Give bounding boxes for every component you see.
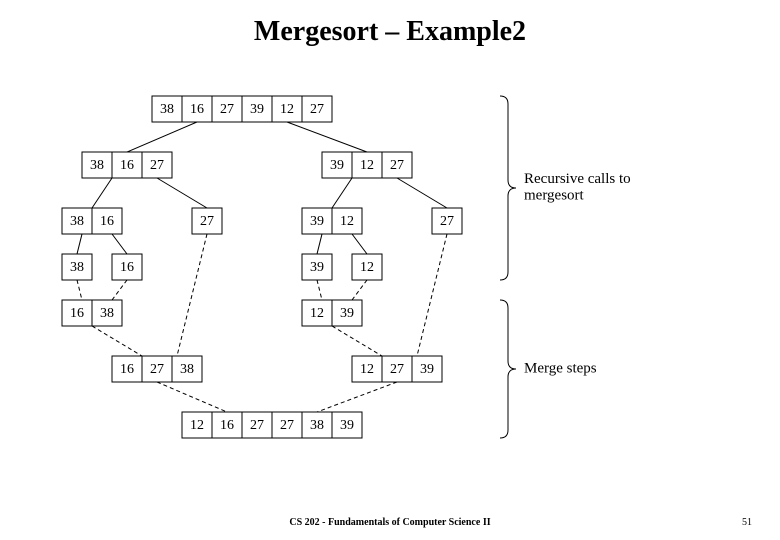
- connector-line: [157, 382, 227, 412]
- array-cell-value: 16: [120, 260, 134, 275]
- connector-line: [92, 326, 142, 356]
- array-cell-value: 38: [180, 362, 194, 377]
- brace-label: Merge steps: [524, 360, 597, 376]
- array-cell-value: 38: [90, 158, 104, 173]
- array-cell-value: 38: [70, 214, 84, 229]
- array-cell-value: 12: [340, 214, 354, 229]
- array-cell-value: 27: [310, 102, 324, 117]
- connector-line: [352, 280, 367, 300]
- array-cell-value: 38: [70, 260, 84, 275]
- array-cell-value: 12: [310, 306, 324, 321]
- footer-course: CS 202 - Fundamentals of Computer Scienc…: [0, 517, 780, 528]
- array-cell-value: 12: [360, 260, 374, 275]
- array-cell-value: 39: [310, 214, 324, 229]
- connector-line: [332, 178, 352, 208]
- mergesort-diagram: 38 16 27 39 12 27 38 16 27 39 12 27 38 16 27 39 12 27 38 16…: [0, 0, 780, 540]
- array-cell-value: 27: [220, 102, 234, 117]
- array-cell-value: 16: [120, 158, 134, 173]
- connector-line: [77, 280, 82, 300]
- array-cell-value: 12: [360, 158, 374, 173]
- page-number: 51: [742, 517, 752, 528]
- connector-line: [317, 382, 397, 412]
- array-cell-value: 16: [190, 102, 204, 117]
- connector-line: [417, 234, 447, 356]
- array-cell-value: 39: [340, 306, 354, 321]
- array-cell-value: 12: [190, 418, 204, 433]
- connector-line: [127, 122, 197, 152]
- connector-line: [112, 280, 127, 300]
- connector-line: [352, 234, 367, 254]
- connector-line: [112, 234, 127, 254]
- array-cell-value: 16: [220, 418, 234, 433]
- array-cell-value: 39: [330, 158, 344, 173]
- connector-line: [92, 178, 112, 208]
- array-cell-value: 38: [100, 306, 114, 321]
- array-cell-value: 12: [360, 362, 374, 377]
- array-cell-value: 27: [440, 214, 454, 229]
- array-cell-value: 27: [150, 362, 164, 377]
- array-cell-value: 12: [280, 102, 294, 117]
- array-cell-value: 27: [200, 214, 214, 229]
- array-cell-value: 27: [280, 418, 294, 433]
- array-cell-value: 27: [250, 418, 264, 433]
- array-cell-value: 27: [390, 158, 404, 173]
- array-cell-value: 38: [160, 102, 174, 117]
- array-cell-value: 39: [310, 260, 324, 275]
- brace: [500, 300, 516, 438]
- array-cell-value: 39: [250, 102, 264, 117]
- connector-line: [317, 280, 322, 300]
- connector-line: [397, 178, 447, 208]
- array-cell-value: 16: [70, 306, 84, 321]
- connector-line: [287, 122, 367, 152]
- array-cell-value: 16: [100, 214, 114, 229]
- connector-line: [177, 234, 207, 356]
- array-cell-value: 38: [310, 418, 324, 433]
- brace: [500, 96, 516, 280]
- array-cell-value: 39: [340, 418, 354, 433]
- connector-line: [157, 178, 207, 208]
- array-cell-value: 27: [390, 362, 404, 377]
- connector-line: [317, 234, 322, 254]
- connector-line: [77, 234, 82, 254]
- brace-label: Recursive calls tomergesort: [524, 171, 631, 204]
- array-cell-value: 16: [120, 362, 134, 377]
- array-cell-value: 39: [420, 362, 434, 377]
- array-cell-value: 27: [150, 158, 164, 173]
- connector-line: [332, 326, 382, 356]
